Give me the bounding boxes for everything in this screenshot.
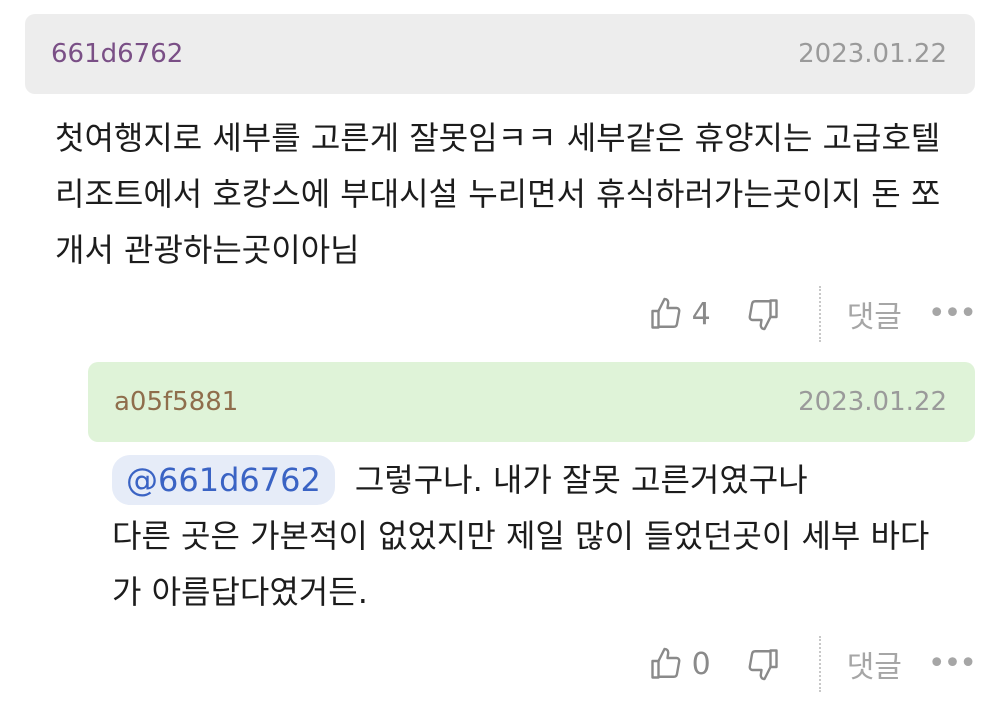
- thumbs-down-icon: [748, 649, 778, 681]
- more-dots-icon[interactable]: •••: [928, 299, 977, 329]
- dislike-button[interactable]: [745, 646, 781, 682]
- comment-line: 다른 곳은 가본적이 없었지만 제일 많이 들었던곳이 세부 바다: [112, 517, 930, 555]
- comment-line: 첫여행지로 세부를 고른게 잘못임ㅋㅋ 세부같은 휴양지는 고급호텔: [55, 119, 941, 157]
- divider: [818, 286, 821, 342]
- like-count: 4: [691, 296, 711, 332]
- comment-date: 2023.01.22: [798, 39, 947, 69]
- comment-author[interactable]: 661d6762: [51, 39, 183, 69]
- like-count: 0: [691, 646, 711, 682]
- more-dots-icon[interactable]: •••: [928, 649, 977, 679]
- comment-date: 2023.01.22: [798, 387, 947, 417]
- comment-body: @661d6762 그렇구나. 내가 잘못 고른거였구나 다른 곳은 가본적이 없…: [112, 452, 972, 620]
- comment-author[interactable]: a05f5881: [114, 387, 238, 417]
- thumbs-up-icon: [650, 297, 681, 329]
- like-button[interactable]: 4: [648, 296, 745, 332]
- divider: [818, 636, 821, 692]
- thumbs-up-icon: [650, 647, 681, 679]
- comment-line: 리조트에서 호캉스에 부대시설 누리면서 휴식하러가는곳이지 돈 쪼: [55, 175, 941, 213]
- dislike-button[interactable]: [745, 296, 781, 332]
- comment-line: 가 아름답다였거든.: [112, 573, 368, 611]
- comment-actions: 4 댓글 •••: [648, 286, 977, 342]
- thumbs-down-icon: [748, 299, 778, 331]
- comment-line: @661d6762 그렇구나. 내가 잘못 고른거였구나: [112, 452, 972, 508]
- mention-tag[interactable]: @661d6762: [112, 455, 335, 505]
- comment-body: 첫여행지로 세부를 고른게 잘못임ㅋㅋ 세부같은 휴양지는 고급호텔 리조트에서…: [55, 110, 985, 278]
- comment-line-text: 그렇구나. 내가 잘못 고른거였구나: [354, 461, 808, 499]
- comment-header: 661d6762 2023.01.22: [25, 14, 975, 94]
- like-button[interactable]: 0: [648, 646, 745, 682]
- comment-header: a05f5881 2023.01.22: [88, 362, 975, 442]
- reply-button[interactable]: 댓글: [847, 292, 902, 336]
- reply-button[interactable]: 댓글: [847, 642, 902, 686]
- comment-line: 개서 관광하는곳이아님: [55, 231, 360, 269]
- comment-actions: 0 댓글 •••: [648, 636, 977, 692]
